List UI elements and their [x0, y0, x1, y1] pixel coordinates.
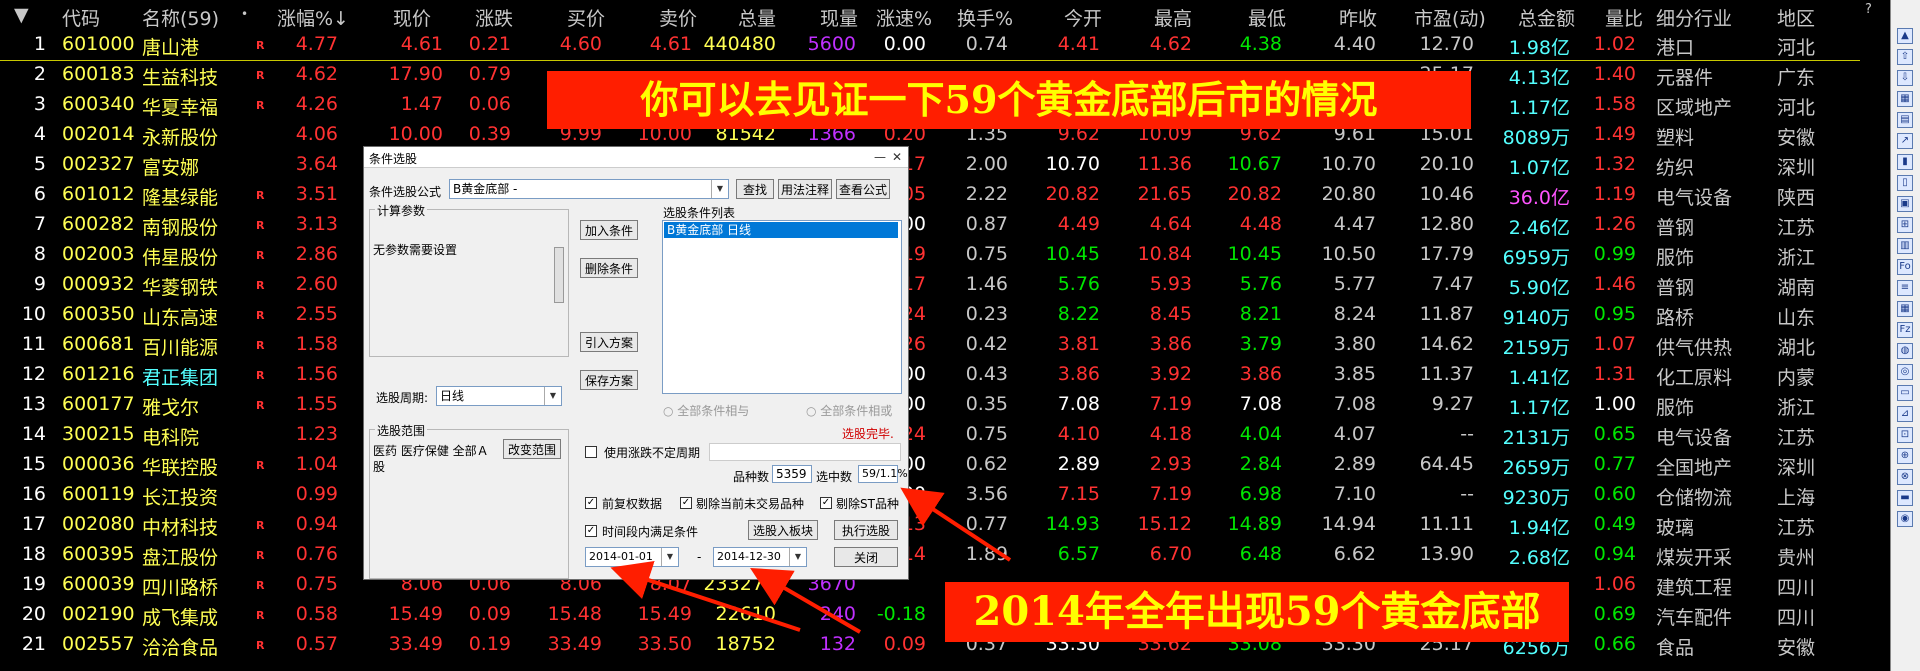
annotation-arrows	[610, 487, 1012, 634]
arrow-to-selected-count	[900, 487, 1012, 562]
